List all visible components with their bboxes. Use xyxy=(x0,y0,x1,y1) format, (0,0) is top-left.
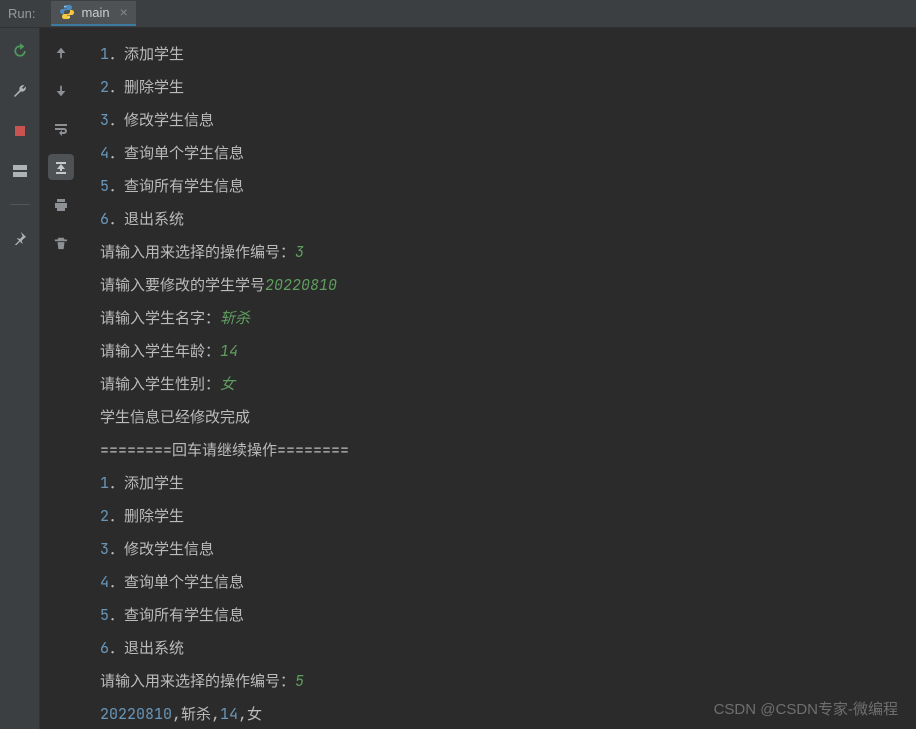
line: 学生信息已经修改完成 xyxy=(100,407,250,427)
trash-icon[interactable] xyxy=(48,230,74,256)
line: 4．查询单个学生信息 xyxy=(100,143,244,163)
left-toolbar xyxy=(0,28,40,729)
line: 请输入学生名字：斩杀 xyxy=(100,308,250,328)
python-icon xyxy=(59,4,75,20)
tab-close-icon[interactable]: × xyxy=(120,4,128,20)
line: 3．修改学生信息 xyxy=(100,539,214,559)
rerun-icon[interactable] xyxy=(9,40,31,62)
line: 1．添加学生 xyxy=(100,44,184,64)
run-tab[interactable]: main × xyxy=(51,1,135,26)
layout-icon[interactable] xyxy=(9,160,31,182)
line: ========回车请继续操作======== xyxy=(100,440,349,460)
run-header: Run: main × xyxy=(0,0,916,28)
line: 请输入用来选择的操作编号：3 xyxy=(100,242,304,262)
divider xyxy=(10,204,30,205)
print-icon[interactable] xyxy=(48,192,74,218)
line: 2．删除学生 xyxy=(100,77,184,97)
line: 2．删除学生 xyxy=(100,506,184,526)
line: 4．查询单个学生信息 xyxy=(100,572,244,592)
scroll-to-end-icon[interactable] xyxy=(48,154,74,180)
line: 5．查询所有学生信息 xyxy=(100,176,244,196)
line: 请输入学生年龄：14 xyxy=(100,341,238,361)
line: 5．查询所有学生信息 xyxy=(100,605,244,625)
line: 请输入学生性别：女 xyxy=(100,374,235,394)
line: 6．退出系统 xyxy=(100,209,184,229)
secondary-toolbar xyxy=(40,28,82,729)
line: 6．退出系统 xyxy=(100,638,184,658)
main-area: 1．添加学生 2．删除学生 3．修改学生信息 4．查询单个学生信息 5．查询所有… xyxy=(0,28,916,729)
wrench-icon[interactable] xyxy=(9,80,31,102)
line: 1．添加学生 xyxy=(100,473,184,493)
stop-icon[interactable] xyxy=(9,120,31,142)
line: 20220810,斩杀,14,女 xyxy=(100,704,262,724)
arrow-up-icon[interactable] xyxy=(48,40,74,66)
pin-icon[interactable] xyxy=(9,227,31,249)
line: 3．修改学生信息 xyxy=(100,110,214,130)
tab-name: main xyxy=(81,5,109,20)
arrow-down-icon[interactable] xyxy=(48,78,74,104)
console-output[interactable]: 1．添加学生 2．删除学生 3．修改学生信息 4．查询单个学生信息 5．查询所有… xyxy=(82,28,916,729)
run-label: Run: xyxy=(8,6,35,21)
wrap-icon[interactable] xyxy=(48,116,74,142)
line: 请输入用来选择的操作编号：5 xyxy=(100,671,304,691)
line: 请输入要修改的学生学号20220810 xyxy=(100,275,337,295)
